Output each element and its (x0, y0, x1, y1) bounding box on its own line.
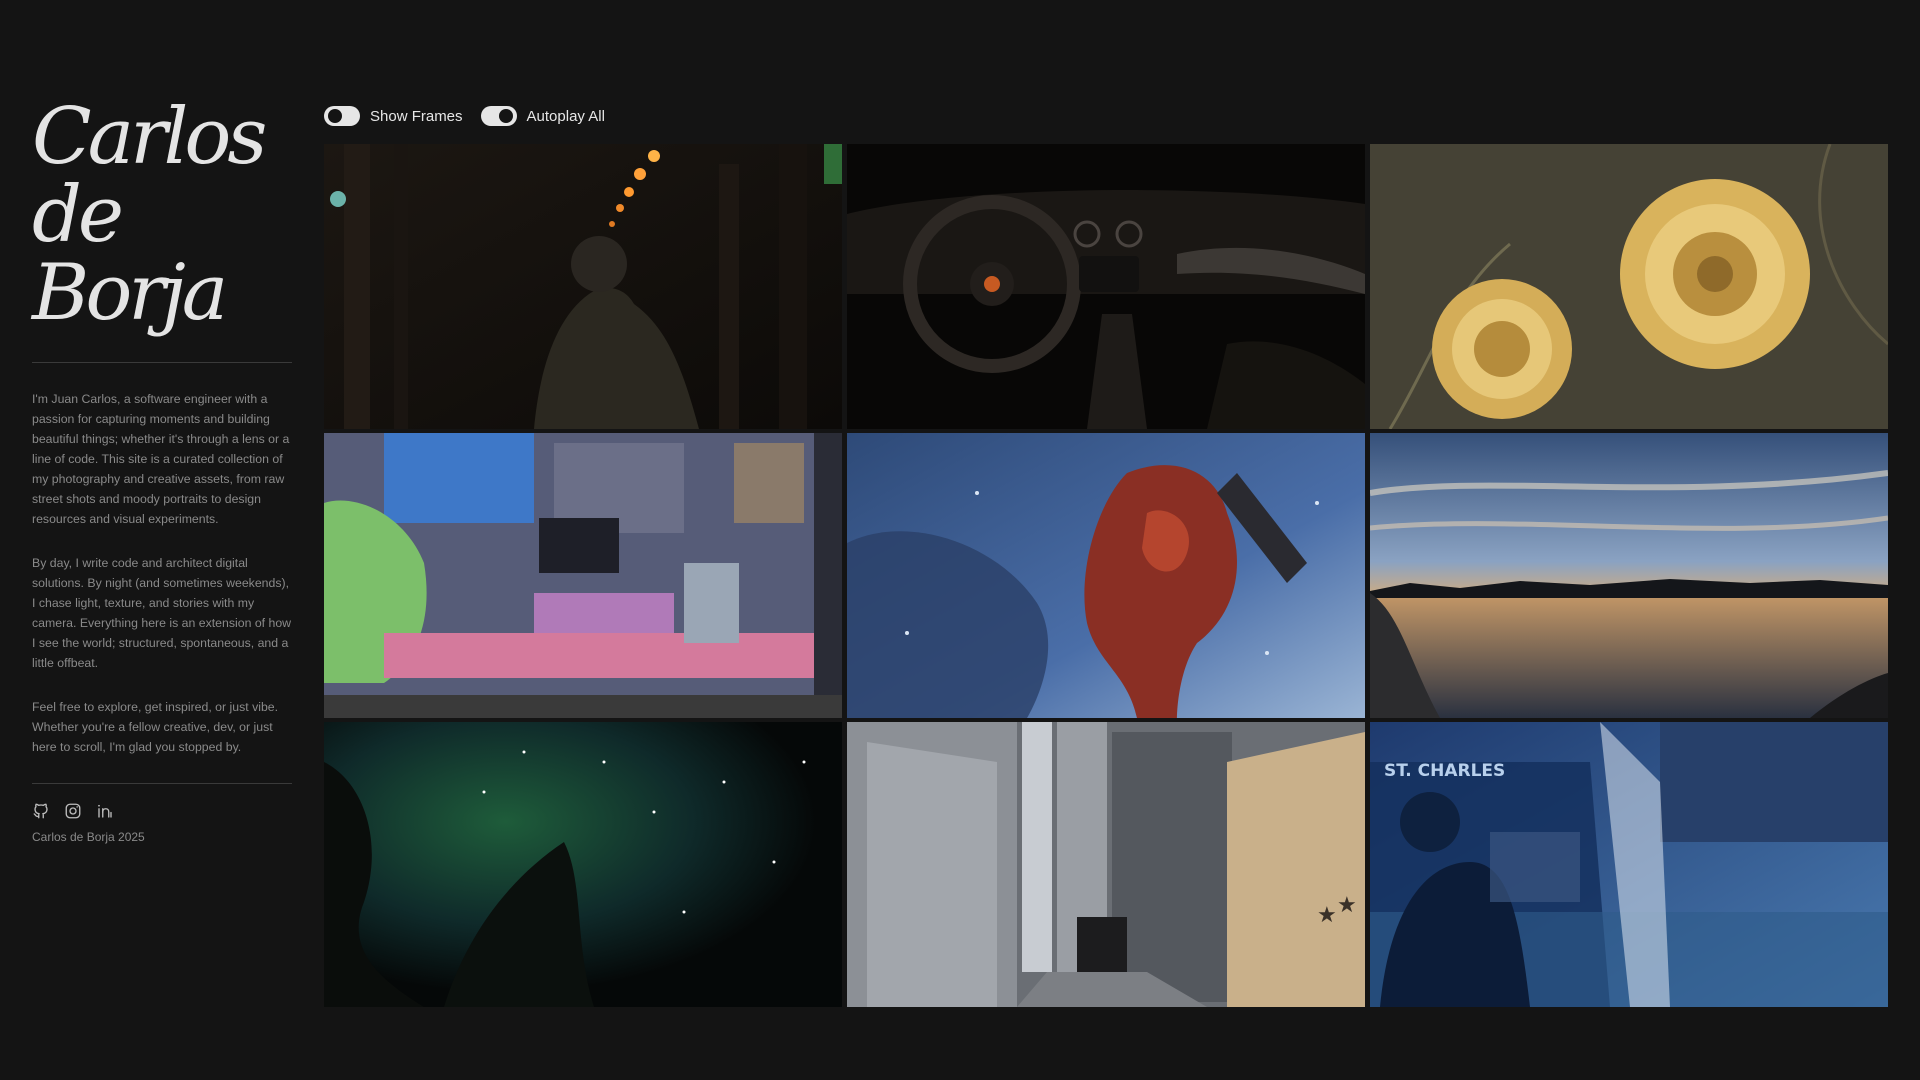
gallery-tile-city-alley[interactable]: ★ ★ (847, 722, 1365, 1007)
switch-knob (328, 109, 342, 123)
social-links (32, 800, 292, 822)
show-frames-switch[interactable] (324, 106, 360, 126)
gallery-tile-starry-sky[interactable] (324, 722, 842, 1007)
gallery-tile-lake-sunset[interactable] (1370, 433, 1888, 718)
github-icon[interactable] (32, 802, 50, 820)
bio-paragraph-2: By day, I write code and architect digit… (32, 556, 292, 670)
svg-text:★: ★ (1337, 893, 1357, 918)
show-frames-label: Show Frames (370, 107, 463, 125)
gallery-tile-car-interior[interactable] (847, 144, 1365, 429)
svg-text:★: ★ (1317, 903, 1337, 928)
bus-sign-text: ST. CHARLES (1384, 761, 1505, 781)
site-title: Carlos de Borja (32, 98, 292, 332)
bio-paragraph-1: I'm Juan Carlos, a software engineer wit… (32, 392, 290, 526)
gallery-tile-dandelions[interactable] (1370, 144, 1888, 429)
bio-paragraph-3: Feel free to explore, get inspired, or j… (32, 700, 279, 754)
title-line-2: de Borja (32, 170, 228, 338)
gallery-tile-night-walk[interactable] (324, 144, 842, 429)
title-line-1: Carlos (32, 92, 267, 182)
autoplay-all-switch[interactable] (480, 106, 517, 126)
instagram-icon[interactable] (64, 802, 82, 820)
show-frames-toggle[interactable]: Show Frames (324, 106, 463, 126)
gallery-tile-st-charles-bus[interactable]: ST. CHARLES (1370, 722, 1888, 1007)
divider (32, 362, 292, 363)
divider (32, 783, 292, 784)
media-gallery: ★ ★ ST. CHARLES (324, 144, 1888, 1008)
gallery-tile-red-mech[interactable] (847, 433, 1365, 718)
gallery-tile-3d-room[interactable] (324, 433, 842, 718)
autoplay-all-toggle[interactable]: Autoplay All (480, 106, 605, 126)
gallery-controls: Show Frames Autoplay All (324, 106, 605, 126)
autoplay-all-label: Autoplay All (526, 107, 605, 125)
copyright: Carlos de Borja 2025 (32, 830, 145, 844)
switch-knob (498, 109, 513, 123)
profile-sidebar: Carlos de Borja I'm Juan Carlos, a softw… (32, 98, 292, 844)
linkedin-icon[interactable] (96, 802, 114, 820)
